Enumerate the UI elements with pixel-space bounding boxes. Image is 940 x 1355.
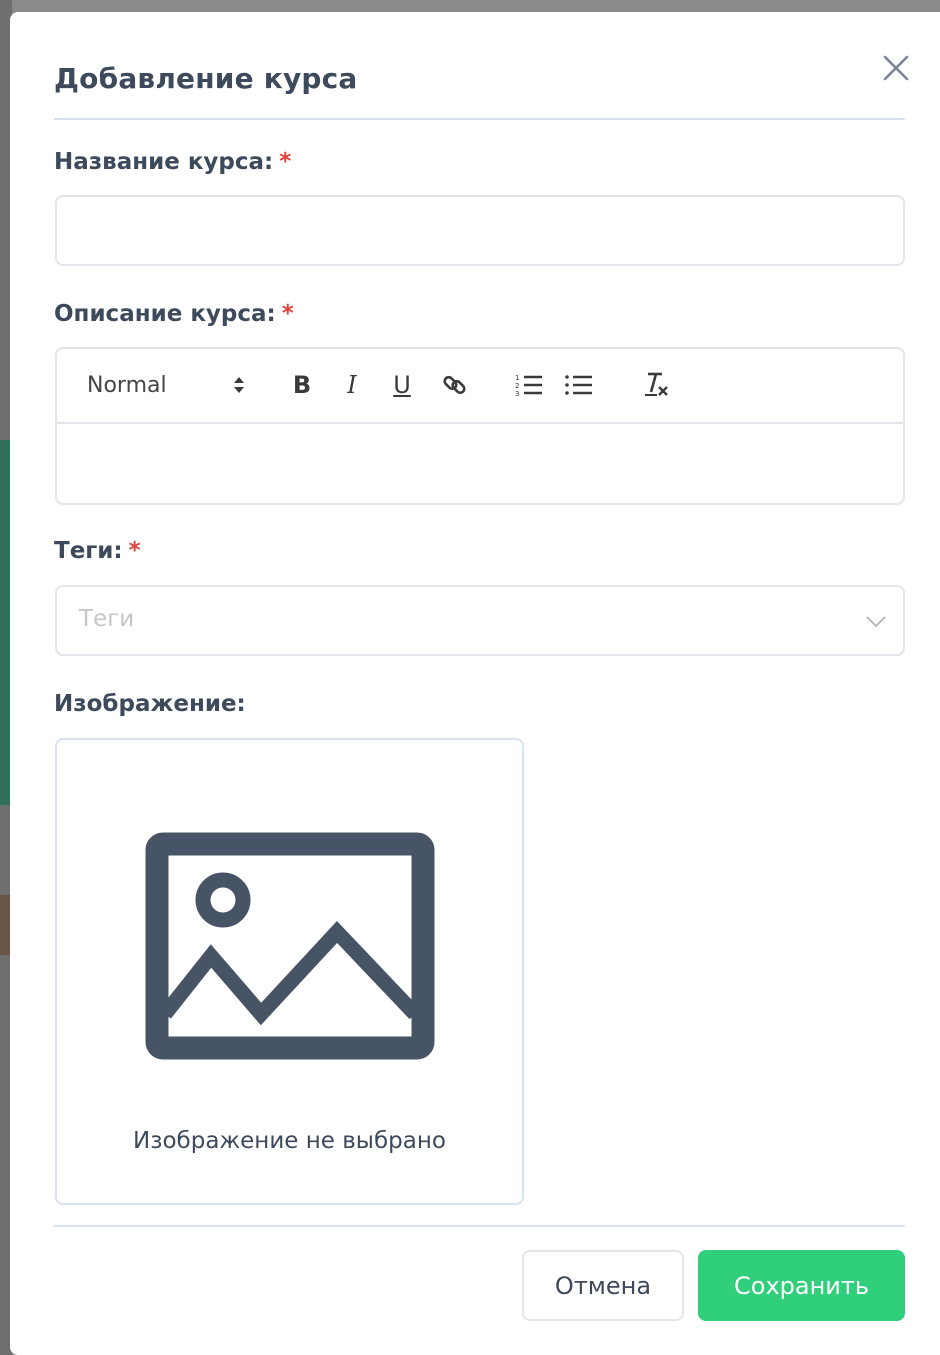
underline-icon: U bbox=[393, 371, 411, 399]
format-select[interactable]: Normal bbox=[87, 365, 245, 405]
header-divider bbox=[54, 118, 905, 120]
tags-label: Теги: * bbox=[54, 538, 141, 564]
format-select-arrows-icon bbox=[233, 375, 245, 395]
rich-text-editor: Normal B I U 1 2 3 bbox=[55, 347, 905, 505]
image-upload-area[interactable]: Изображение не выбрано bbox=[55, 738, 524, 1205]
clear-format-button[interactable] bbox=[639, 365, 675, 405]
save-button[interactable]: Сохранить bbox=[698, 1250, 905, 1321]
cancel-button[interactable]: Отмена bbox=[522, 1250, 684, 1321]
svg-text:2: 2 bbox=[515, 382, 519, 390]
svg-text:3: 3 bbox=[515, 390, 519, 398]
tags-select[interactable]: Теги bbox=[55, 585, 905, 656]
close-icon bbox=[883, 55, 909, 81]
course-description-label-text: Описание курса: bbox=[54, 301, 276, 327]
tags-select-placeholder: Теги bbox=[79, 606, 135, 632]
bullet-list-button[interactable] bbox=[561, 365, 597, 405]
image-placeholder-icon bbox=[145, 832, 435, 1060]
italic-button[interactable]: I bbox=[335, 365, 369, 405]
required-mark: * bbox=[128, 538, 141, 564]
footer-divider bbox=[54, 1225, 905, 1227]
ordered-list-icon: 1 2 3 bbox=[515, 374, 542, 398]
modal-title: Добавление курса bbox=[54, 62, 358, 95]
tags-label-text: Теги: bbox=[54, 538, 123, 564]
editor-toolbar: Normal B I U 1 2 3 bbox=[57, 349, 903, 424]
bold-icon: B bbox=[292, 371, 312, 399]
bold-button[interactable]: B bbox=[285, 365, 319, 405]
italic-icon: I bbox=[347, 371, 357, 399]
course-name-input[interactable] bbox=[55, 195, 905, 266]
clear-format-icon bbox=[645, 372, 668, 396]
close-button[interactable] bbox=[878, 50, 914, 86]
image-label: Изображение: bbox=[54, 691, 246, 717]
required-mark: * bbox=[279, 149, 292, 175]
image-empty-caption: Изображение не выбрано bbox=[133, 1128, 446, 1154]
course-name-label-text: Название курса: bbox=[54, 149, 274, 175]
underline-button[interactable]: U bbox=[385, 365, 419, 405]
add-course-modal: Добавление курса Название курса: * Описан… bbox=[10, 12, 940, 1355]
link-icon bbox=[443, 375, 466, 395]
editor-content-area[interactable] bbox=[57, 424, 903, 503]
svg-text:1: 1 bbox=[515, 374, 519, 382]
course-description-label: Описание курса: * bbox=[54, 301, 294, 327]
course-name-label: Название курса: * bbox=[54, 149, 291, 175]
chevron-down-icon bbox=[866, 616, 886, 628]
link-button[interactable] bbox=[437, 365, 473, 405]
format-select-value: Normal bbox=[87, 372, 167, 398]
required-mark: * bbox=[281, 301, 294, 327]
bullet-list-icon bbox=[565, 375, 592, 395]
ordered-list-button[interactable]: 1 2 3 bbox=[511, 365, 547, 405]
image-label-text: Изображение: bbox=[54, 691, 246, 717]
